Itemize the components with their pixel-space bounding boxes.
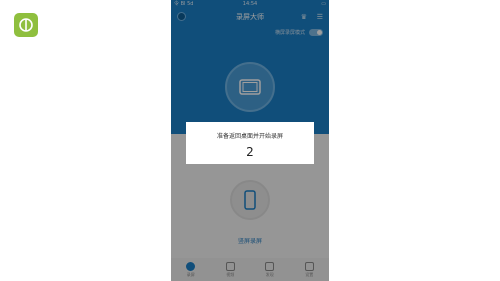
dialog-message: 准备返回桌面并开始录屏 <box>216 133 283 140</box>
logo-icon <box>19 18 33 32</box>
countdown-number: 2 <box>246 145 254 159</box>
site-logo <box>14 13 38 37</box>
phone-screen: 令 BI 5d 14:54 ▭ 录屏大师 ♛ ☰ 横屏录屏模式 竖屏录屏 录屏 <box>171 0 329 281</box>
countdown-dialog: 准备返回桌面并开始录屏 2 <box>186 122 314 164</box>
